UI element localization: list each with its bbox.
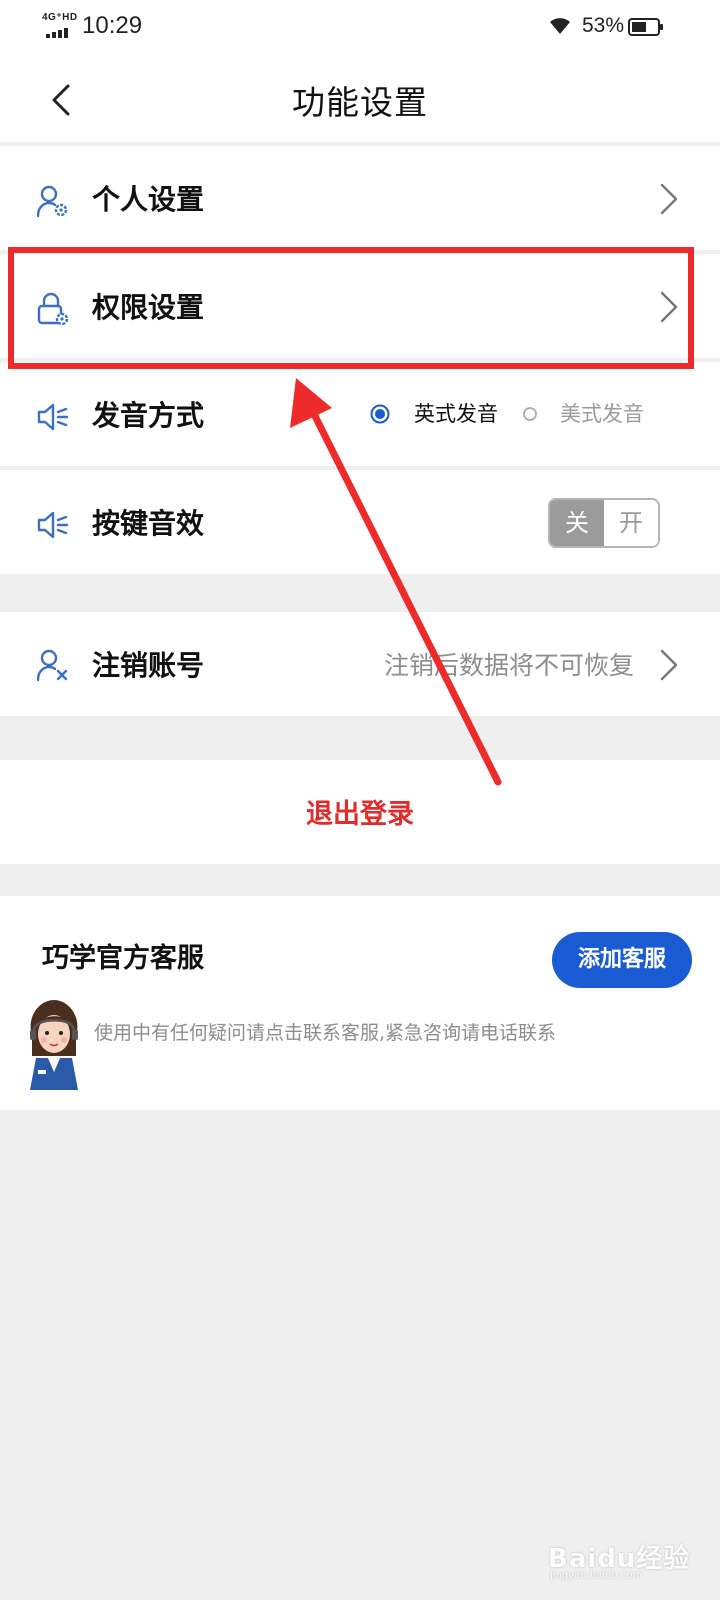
toggle-off-option[interactable]: 关 <box>550 500 604 546</box>
chevron-right-icon <box>660 183 678 215</box>
radio-option-american[interactable]: 美式发音 <box>560 398 644 428</box>
customer-service-description: 使用中有任何疑问请点击联系客服,紧急咨询请电话联系 <box>94 1022 557 1044</box>
cancel-account-label: 注销账号 <box>92 649 205 682</box>
logout-button[interactable]: 退出登录 <box>0 760 720 864</box>
navigation-bar: 功能设置 <box>0 56 720 142</box>
key-sound-row: 按键音效 关 开 <box>0 470 720 574</box>
key-sound-toggle[interactable]: 关 开 <box>548 498 660 548</box>
add-customer-service-button[interactable]: 添加客服 <box>552 932 692 988</box>
cellular-signal-icon: 4G⁺HD <box>40 12 78 40</box>
network-type: 4G⁺HD <box>42 12 78 23</box>
battery-percent: 53% <box>582 14 625 37</box>
speaker-icon <box>37 511 69 539</box>
toggle-on-option[interactable]: 开 <box>604 500 658 546</box>
key-sound-label: 按键音效 <box>92 507 205 540</box>
speaker-icon <box>37 403 69 431</box>
personal-settings-label: 个人设置 <box>92 183 205 216</box>
radio-unselected-icon[interactable] <box>522 406 538 422</box>
page-title: 功能设置 <box>292 83 428 122</box>
status-time: 10:29 <box>82 12 143 39</box>
pronunciation-row: 发音方式 英式发音 美式发音 <box>0 362 720 466</box>
customer-service-card: 巧学官方客服 添加客服 使用中有任何疑问请点击联系客服,紧急咨询请电话联系 <box>0 896 720 1110</box>
watermark-subtext: jingyan.baidu.com <box>550 1570 643 1581</box>
radio-option-british[interactable]: 英式发音 <box>414 398 498 428</box>
pronunciation-label: 发音方式 <box>92 399 205 432</box>
status-bar: 4G⁺HD 10:29 53% <box>0 0 720 56</box>
user-remove-icon <box>36 649 68 682</box>
customer-service-title: 巧学官方客服 <box>42 943 204 974</box>
radio-selected-icon[interactable] <box>370 404 390 424</box>
customer-service-agent-avatar <box>30 1000 78 1090</box>
personal-settings-row[interactable]: 个人设置 <box>0 146 720 250</box>
chevron-right-icon <box>660 649 678 681</box>
user-settings-icon <box>36 185 68 218</box>
wifi-icon <box>550 18 570 34</box>
cancel-account-row[interactable]: 注销账号 注销后数据将不可恢复 <box>0 612 720 716</box>
annotation-highlight-box <box>8 247 694 369</box>
battery-icon <box>628 18 663 36</box>
baidu-watermark: Baidu经验 jingyan.baidu.com <box>548 1534 708 1582</box>
cancel-account-hint: 注销后数据将不可恢复 <box>383 651 634 680</box>
logout-label: 退出登录 <box>306 799 414 830</box>
